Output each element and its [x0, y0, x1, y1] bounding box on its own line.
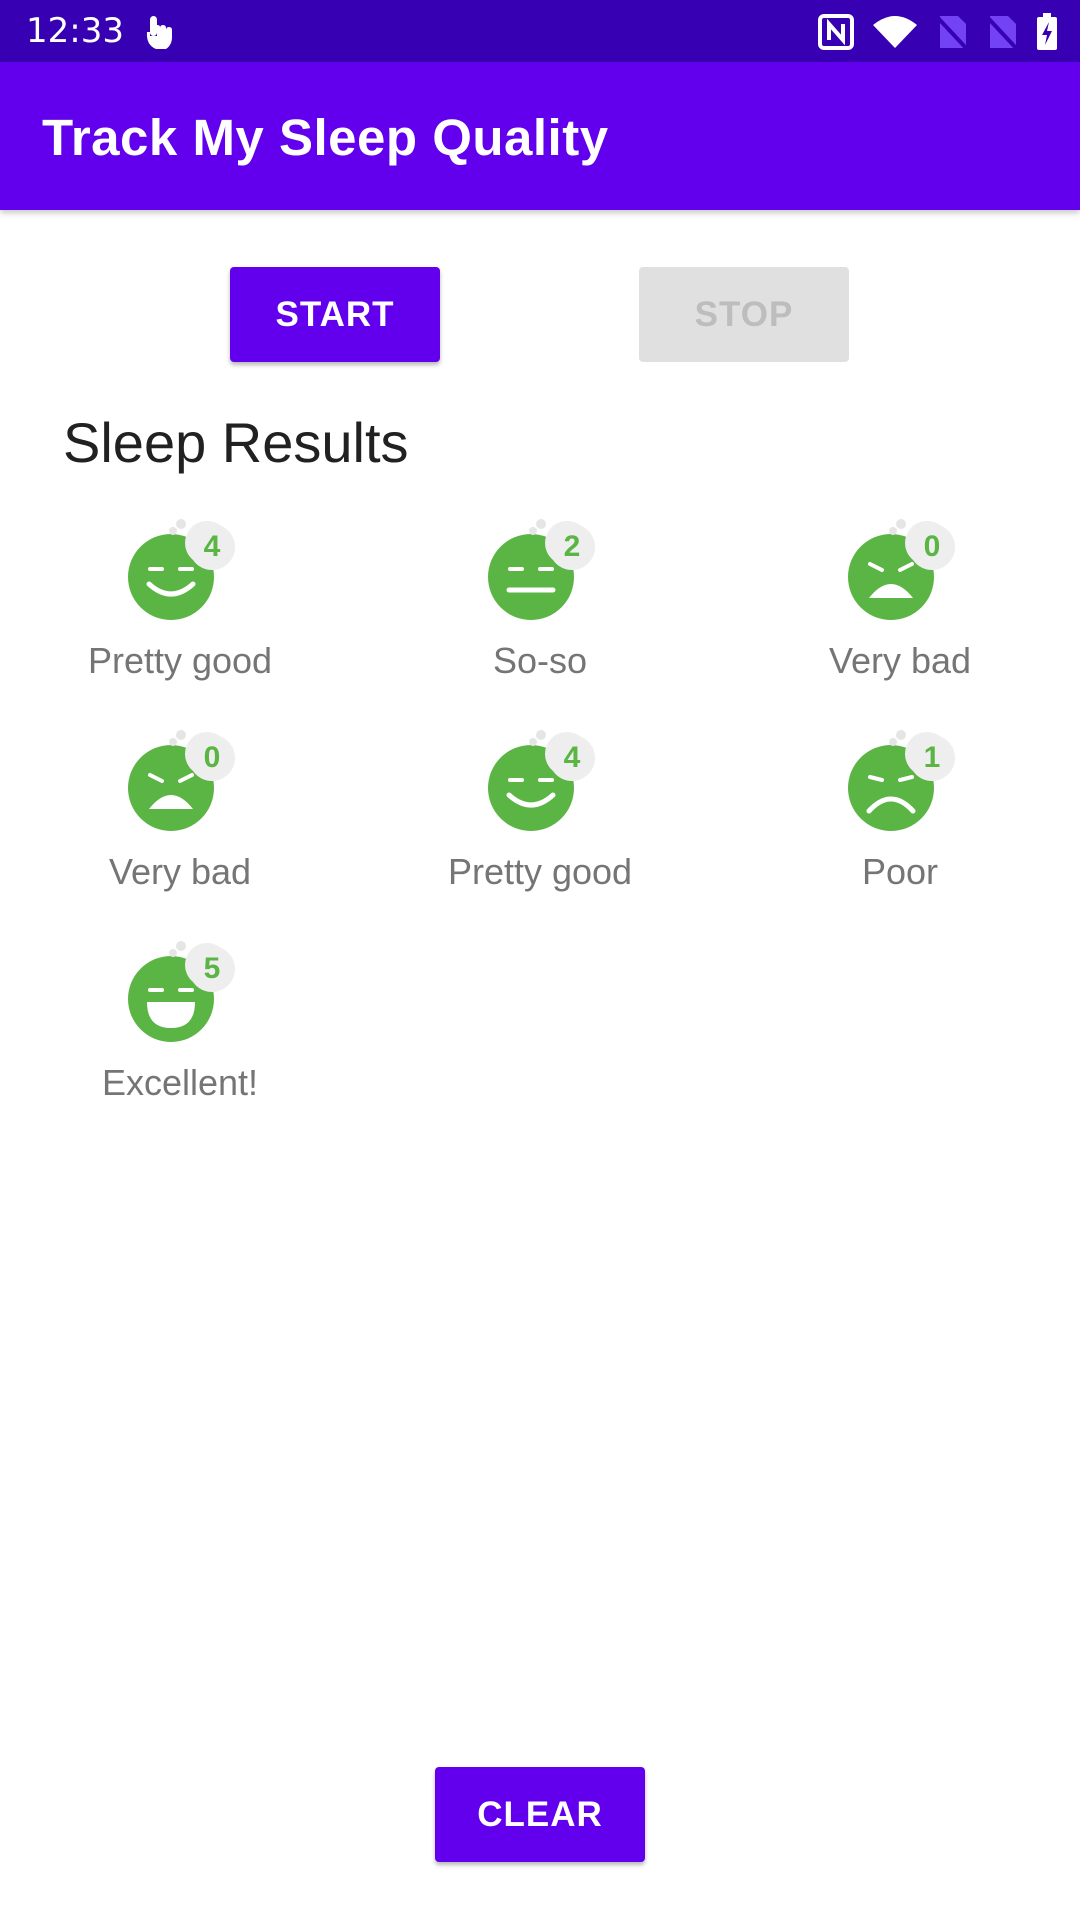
- quality-badge: 5: [189, 946, 235, 992]
- status-icons: [818, 10, 1058, 54]
- quality-badge: 0: [189, 735, 235, 781]
- quality-badge: 0: [909, 524, 955, 570]
- wifi-icon: [873, 16, 917, 48]
- sleep-night-item[interactable]: 4 Pretty good: [0, 510, 360, 721]
- status-bar: 12:33: [0, 0, 1080, 62]
- status-time: 12:33: [26, 11, 124, 51]
- start-button[interactable]: START: [230, 267, 440, 362]
- sleep-quality-label: Poor: [861, 851, 939, 892]
- app-bar: Track My Sleep Quality: [0, 62, 1080, 210]
- sleep-night-item[interactable]: 0 Very bad: [0, 721, 360, 932]
- stop-button: STOP: [639, 267, 849, 362]
- quality-badge: 4: [549, 735, 595, 781]
- sleep-night-item[interactable]: 1 Poor: [720, 721, 1080, 932]
- quality-badge: 2: [549, 524, 595, 570]
- sleep-night-item[interactable]: 2 So-so: [360, 510, 720, 721]
- sleep-quality-label: Very bad: [108, 851, 252, 892]
- sleep-quality-label: Excellent!: [101, 1062, 259, 1103]
- touch-icon: [146, 16, 172, 49]
- sleep-quality-label: Pretty good: [87, 640, 273, 681]
- battery-charging-icon: [1037, 13, 1057, 50]
- sleep-quality-label: Pretty good: [447, 851, 633, 892]
- clear-button[interactable]: CLEAR: [435, 1767, 645, 1862]
- no-sim-icon: [936, 16, 968, 50]
- app-title: Track My Sleep Quality: [42, 109, 609, 166]
- nfc-icon: [818, 14, 854, 50]
- sleep-night-item[interactable]: 0 Very bad: [720, 510, 1080, 721]
- quality-badge: 4: [189, 524, 235, 570]
- sleep-quality-label: Very bad: [828, 640, 972, 681]
- section-title: Sleep Results: [63, 411, 409, 474]
- no-sim-icon: [986, 16, 1018, 50]
- sleep-quality-label: So-so: [492, 640, 588, 681]
- quality-badge: 1: [909, 735, 955, 781]
- sleep-night-item[interactable]: 4 Pretty good: [360, 721, 720, 932]
- sleep-night-item[interactable]: 5 Excellent!: [0, 932, 360, 1143]
